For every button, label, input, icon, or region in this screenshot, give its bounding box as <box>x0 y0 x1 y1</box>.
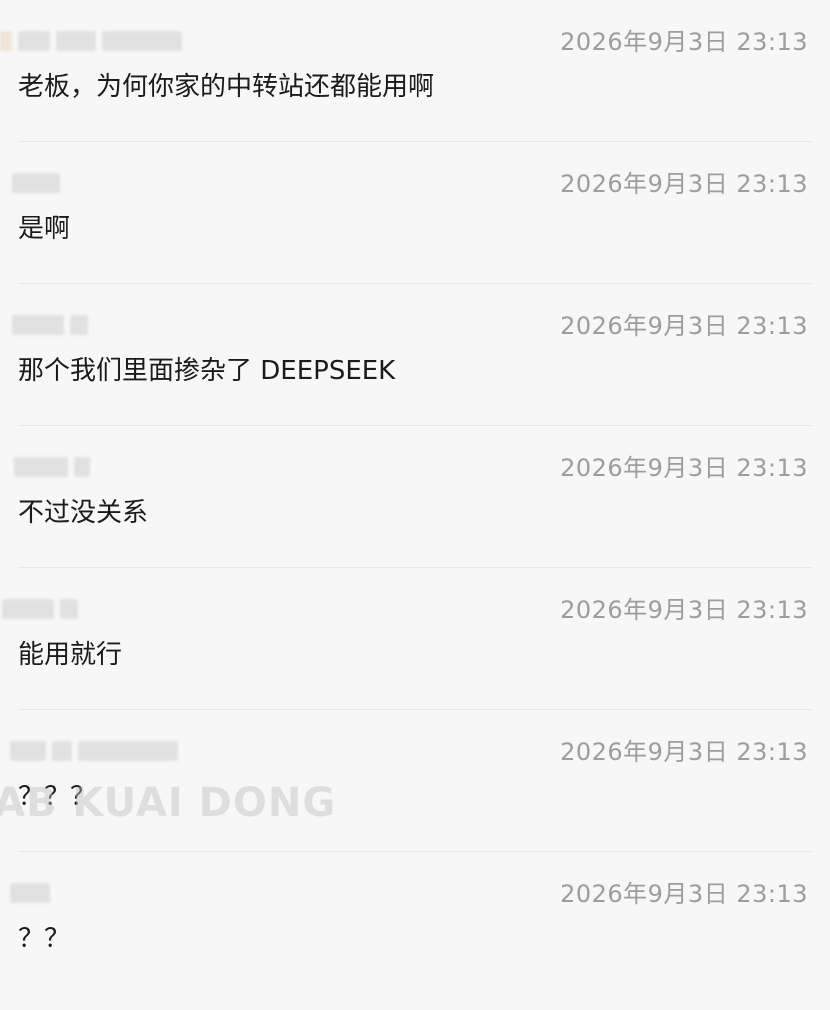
message-timestamp: 2026年9月3日 23:13 <box>560 170 808 198</box>
message-item[interactable]: 2026年9月3日 23:13 那个我们里面掺杂了 DEEPSEEK <box>0 284 830 426</box>
sender-name-redacted <box>12 310 88 340</box>
message-item[interactable]: 2026年9月3日 23:13 能用就行 <box>0 568 830 710</box>
message-timestamp: 2026年9月3日 23:13 <box>560 880 808 908</box>
message-item[interactable]: 2026年9月3日 23:13 是啊 <box>0 142 830 284</box>
message-text: ？？？ <box>18 782 97 812</box>
message-item[interactable]: 2026年9月3日 23:13 老板，为何你家的中转站还都能用啊 <box>0 0 830 142</box>
message-item[interactable]: 2026年9月3日 23:13 ？？？ <box>0 710 830 852</box>
chat-feed: 2026年9月3日 23:13 老板，为何你家的中转站还都能用啊 2026年9月… <box>0 0 830 1010</box>
message-item[interactable]: 2026年9月3日 23:13 不过没关系 <box>0 426 830 568</box>
message-text: ？？ <box>18 924 71 954</box>
message-timestamp: 2026年9月3日 23:13 <box>560 596 808 624</box>
sender-name-redacted <box>14 452 90 482</box>
message-timestamp: 2026年9月3日 23:13 <box>560 312 808 340</box>
message-text: 那个我们里面掺杂了 DEEPSEEK <box>18 356 396 386</box>
message-text: 不过没关系 <box>18 498 149 528</box>
sender-name-redacted <box>10 736 178 766</box>
message-text: 是啊 <box>18 214 71 244</box>
message-text: 老板，为何你家的中转站还都能用啊 <box>18 72 435 102</box>
message-timestamp: 2026年9月3日 23:13 <box>560 28 808 56</box>
message-timestamp: 2026年9月3日 23:13 <box>560 738 808 766</box>
message-text: 能用就行 <box>18 640 123 670</box>
sender-name-redacted <box>0 26 182 56</box>
sender-name-redacted <box>2 594 78 624</box>
message-item[interactable]: 2026年9月3日 23:13 ？？ <box>0 852 830 994</box>
message-timestamp: 2026年9月3日 23:13 <box>560 454 808 482</box>
sender-name-redacted <box>10 878 50 908</box>
sender-name-redacted <box>12 168 60 198</box>
